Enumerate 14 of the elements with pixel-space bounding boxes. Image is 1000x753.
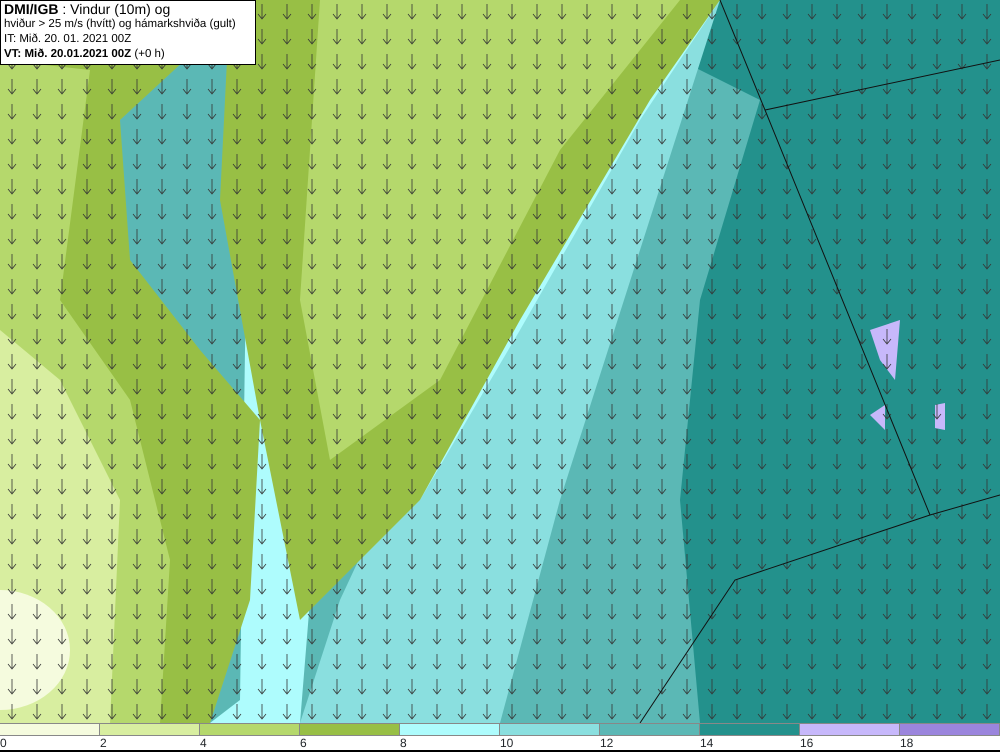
scale-label: 8	[400, 736, 407, 751]
legend-text: VT: Mið. 20.01.2021 00Z (+0 h)	[4, 47, 166, 62]
scale-label: 10	[500, 736, 514, 751]
scale-label: 18	[900, 736, 914, 751]
scale-label: 0	[0, 736, 7, 751]
scale-label: 2	[100, 736, 107, 751]
legend-text: hviður > 25 m/s (hvítt) og hámarkshviða (gult)	[4, 17, 237, 32]
scale-label: 16	[800, 736, 814, 751]
legend-text: DMI/IGB : Vindur (10m) og	[4, 2, 172, 17]
scale-label: 12	[600, 736, 614, 751]
scale-label: 14	[700, 736, 714, 751]
scale-label: 6	[300, 736, 307, 751]
scale-label: 4	[200, 736, 207, 751]
legend-text: IT: Mið. 20. 01. 2021 00Z	[4, 32, 132, 47]
